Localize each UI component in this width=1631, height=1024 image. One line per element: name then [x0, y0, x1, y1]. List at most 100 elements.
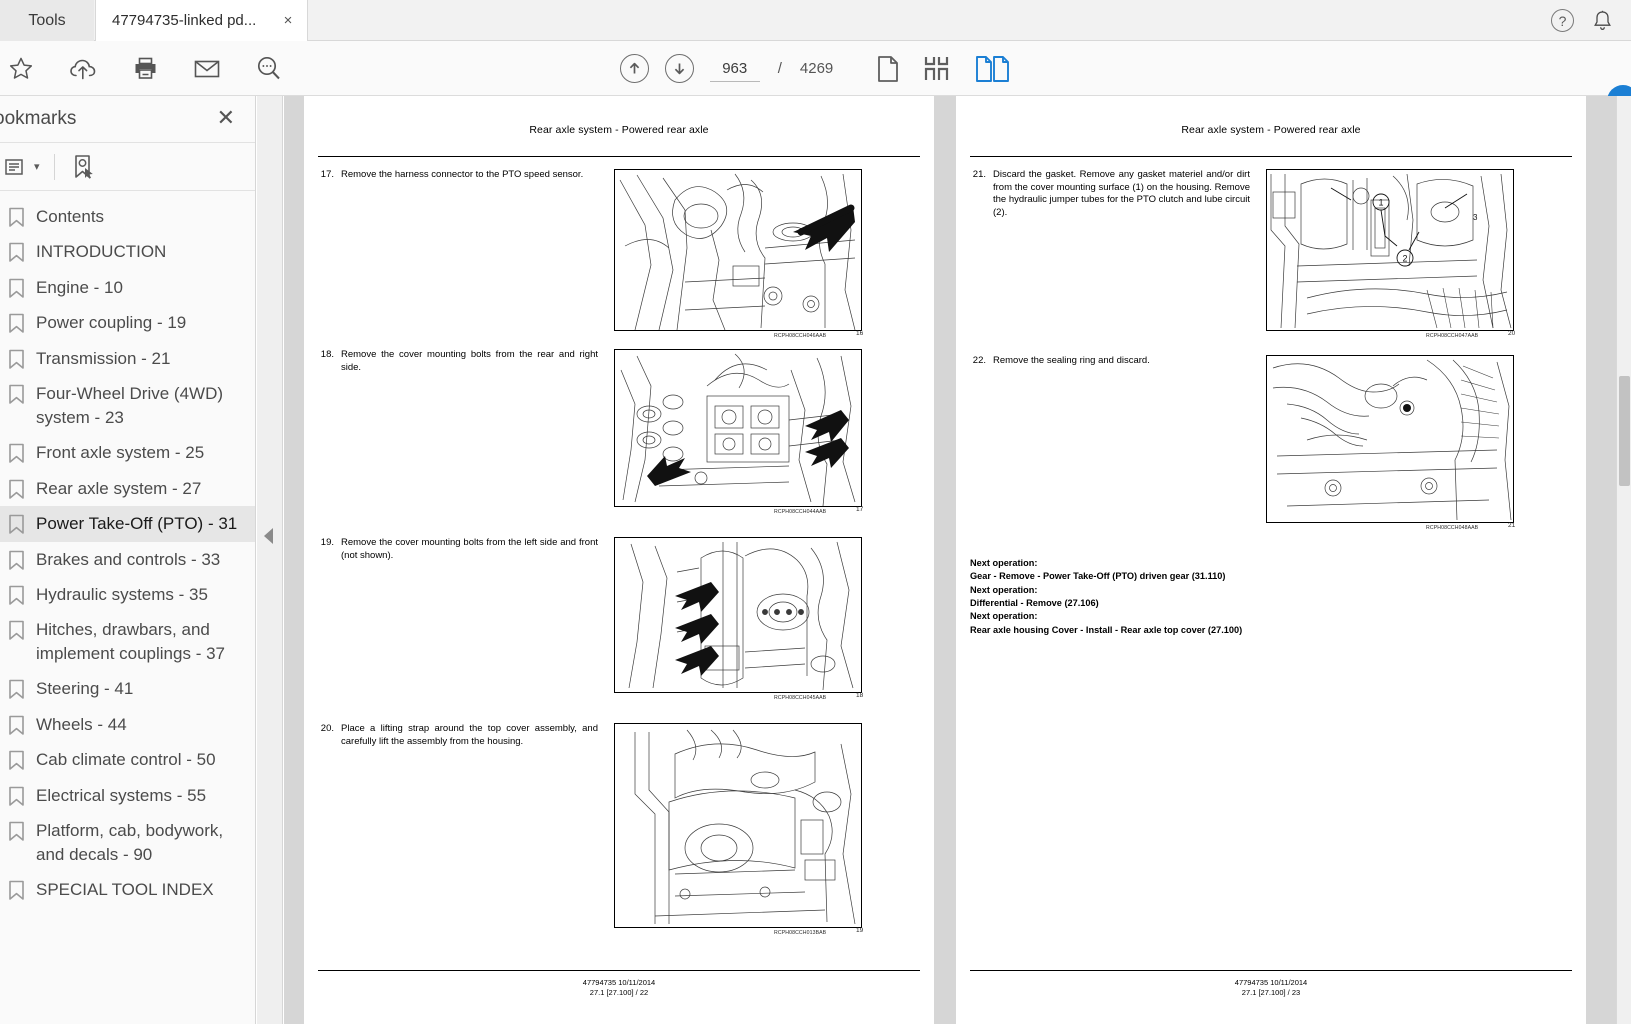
close-icon[interactable]: × [279, 12, 297, 29]
step-number: 20. [320, 723, 334, 734]
page-footer-right: 47794735 10/11/2014 27.1 [27.100] / 23 [970, 969, 1572, 998]
bookmark-options-button[interactable]: ▾ [0, 155, 40, 179]
document-page-left: Rear axle system - Powered rear axle 17.… [304, 96, 934, 1024]
next-page-button[interactable] [664, 54, 694, 83]
bookmark-item-label: Hydraulic systems - 35 [36, 584, 208, 604]
bookmark-item-label: Engine - 10 [36, 277, 123, 297]
bookmark-item[interactable]: Power coupling - 19 [0, 305, 255, 340]
step-number: 22. [972, 355, 986, 366]
bookmark-item[interactable]: SPECIAL TOOL INDEX [0, 872, 255, 907]
figure-code: RCPH08CCH048AAB [1426, 525, 1479, 531]
tab-tools[interactable]: Tools [0, 0, 94, 41]
pdf-viewer-window: Tools 47794735-linked pd... × ? 963 / 42… [0, 0, 1631, 1024]
bookmark-item[interactable]: Wheels - 44 [0, 707, 255, 742]
bookmark-item[interactable]: Four-Wheel Drive (4WD) system - 23 [0, 376, 255, 435]
new-bookmark-button[interactable] [69, 153, 99, 181]
next-operation-line: Next operation: [970, 611, 1038, 622]
tab-tools-label: Tools [28, 11, 66, 29]
page-body-left: 17. Remove the harness connector to the … [304, 169, 934, 938]
tab-bar: Tools 47794735-linked pd... × ? [0, 0, 1631, 41]
bookmark-item[interactable]: INTRODUCTION [0, 234, 255, 269]
bookmark-item[interactable]: Hydraulic systems - 35 [0, 577, 255, 612]
main-toolbar: / 4269 [0, 41, 1631, 117]
bookmark-icon [8, 786, 25, 807]
svg-text:3: 3 [1473, 213, 1478, 222]
bookmark-item[interactable]: Front axle system - 25 [0, 435, 255, 470]
bookmark-item-label: Cab climate control - 50 [36, 750, 216, 770]
figure-image [614, 723, 862, 928]
page-navigation: / 4269 [0, 41, 1631, 96]
step-text: 18. Remove the cover mounting bolts from… [318, 349, 598, 374]
figure-image: 1 2 3 [1266, 169, 1514, 331]
figure-number: 21 [1508, 522, 1516, 529]
step-description: Remove the harness connector to the PTO … [341, 169, 584, 180]
svg-text:1: 1 [1378, 198, 1383, 208]
bookmark-item[interactable]: Electrical systems - 55 [0, 778, 255, 813]
bookmark-item-label: Contents [36, 207, 105, 226]
bookmark-item[interactable]: Hitches, drawbars, and implement couplin… [0, 612, 255, 671]
figure-image [614, 349, 862, 507]
bookmark-item[interactable]: Steering - 41 [0, 671, 255, 706]
bookmark-item[interactable]: Rear axle system - 27 [0, 471, 255, 506]
tab-document-label: 47794735-linked pd... [112, 12, 257, 29]
step-number: 17. [320, 169, 334, 180]
page-body-right: 21. Discard the gasket. Remove any gaske… [956, 169, 1586, 637]
previous-page-button[interactable] [619, 54, 649, 83]
main-content-area: ookmarks ✕ ▾ Contents INTRODUCTION Engin… [0, 96, 1631, 1024]
step-block: 18. Remove the cover mounting bolts from… [318, 349, 920, 529]
bookmark-icon [8, 679, 25, 700]
bookmark-item[interactable]: Engine - 10 [0, 270, 255, 305]
bookmark-item-label: Transmission - 21 [36, 348, 171, 368]
bookmark-item-label: Four-Wheel Drive (4WD) system - 23 [36, 384, 224, 427]
footer-rule [318, 969, 920, 971]
figure-image [614, 537, 862, 693]
document-viewport[interactable]: Rear axle system - Powered rear axle 17.… [284, 96, 1631, 1024]
figure-number: 18 [856, 692, 864, 699]
step-text: 19. Remove the cover mounting bolts from… [318, 537, 598, 562]
bookmark-item-label: Power Take-Off (PTO) - 31 [36, 514, 238, 534]
bookmark-item[interactable]: Power Take-Off (PTO) - 31 [0, 506, 255, 542]
bookmark-icon [8, 384, 25, 405]
step-description: Discard the gasket. Remove any gasket ma… [993, 169, 1250, 218]
footer-rule [970, 969, 1572, 971]
scrollbar-thumb[interactable] [1619, 376, 1630, 486]
vertical-scrollbar[interactable] [1616, 96, 1631, 1024]
step-description: Remove the cover mounting bolts from the… [341, 349, 598, 373]
header-rule [970, 156, 1572, 157]
chevron-down-icon: ▾ [34, 161, 40, 173]
next-operations-block: Next operation: Gear - Remove - Power Ta… [970, 557, 1572, 637]
step-block: 22. Remove the sealing ring and discard. [970, 355, 1572, 535]
bookmarks-title: ookmarks [0, 108, 77, 129]
step-text: 17. Remove the harness connector to the … [318, 169, 598, 182]
help-glyph: ? [1558, 12, 1567, 29]
single-page-view-button[interactable] [875, 54, 901, 84]
page-total-label: 4269 [799, 60, 834, 77]
bookmarks-close-icon[interactable]: ✕ [217, 107, 235, 129]
view-mode-buttons [875, 54, 1011, 84]
notification-bell-icon[interactable] [1592, 10, 1613, 32]
page-header-right: Rear axle system - Powered rear axle [1181, 124, 1361, 136]
figure-number: 16 [856, 330, 864, 337]
figure-number: 20 [1508, 330, 1516, 337]
chevron-left-icon [264, 528, 273, 544]
bookmark-item[interactable]: Brakes and controls - 33 [0, 542, 255, 577]
page-thumbnails-view-button[interactable] [923, 55, 953, 83]
bookmark-item-label: Front axle system - 25 [36, 443, 205, 463]
page-number-input[interactable] [709, 55, 760, 82]
bookmark-item-label: INTRODUCTION [36, 242, 167, 262]
footer-line-1: 47794735 10/11/2014 [1234, 977, 1308, 987]
next-operation-line: Next operation: [970, 584, 1038, 595]
two-page-view-button[interactable] [975, 54, 1011, 84]
help-icon[interactable]: ? [1551, 9, 1574, 32]
bookmark-icon [8, 750, 25, 771]
next-operation-line: Rear axle housing Cover - Install - Rear… [970, 624, 1243, 635]
bookmark-item[interactable]: Platform, cab, bodywork, and decals - 90 [0, 813, 255, 872]
bookmark-item[interactable]: Cab climate control - 50 [0, 742, 255, 777]
tab-document[interactable]: 47794735-linked pd... × [95, 0, 308, 41]
bookmark-item[interactable]: Transmission - 21 [0, 341, 255, 376]
sidebar-collapse-handle[interactable] [257, 96, 283, 1024]
step-description: Remove the cover mounting bolts from the… [341, 537, 598, 561]
step-description: Place a lifting strap around the top cov… [341, 723, 598, 747]
step-number: 21. [972, 169, 986, 180]
bookmark-item[interactable]: Contents [0, 199, 255, 234]
